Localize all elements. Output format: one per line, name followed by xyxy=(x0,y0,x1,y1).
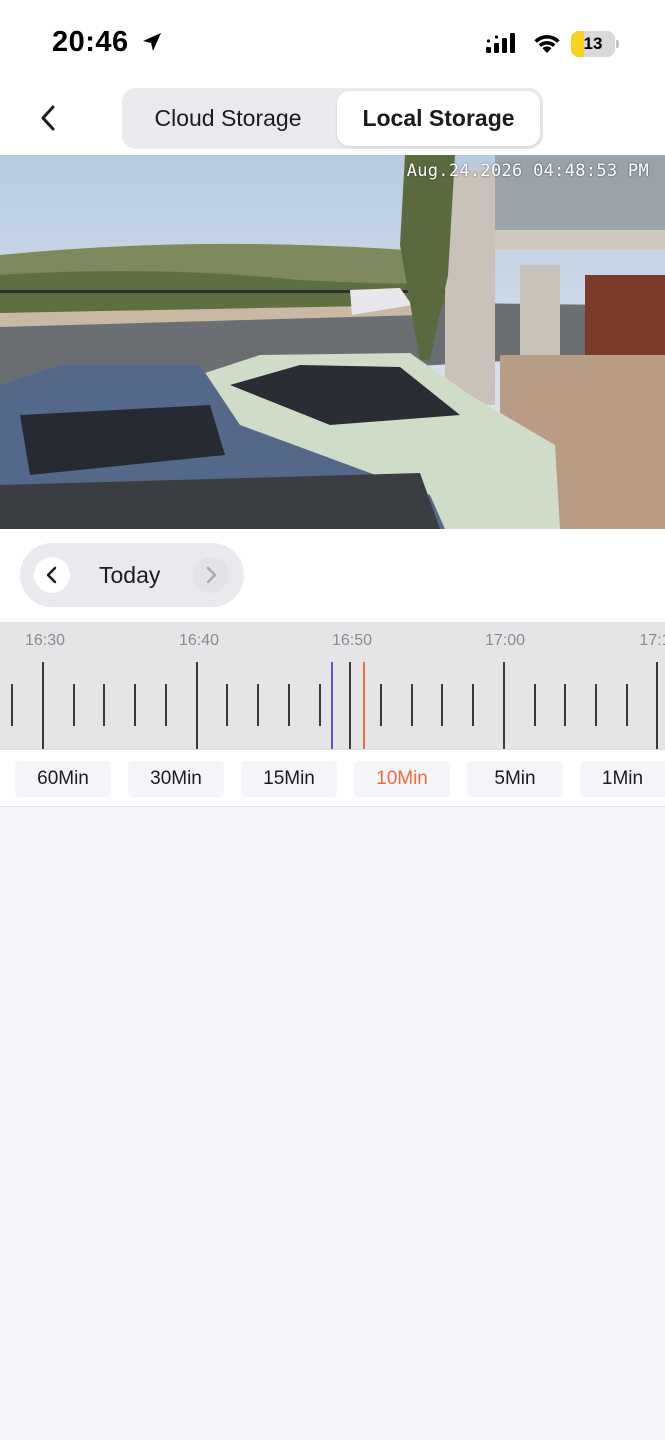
timeline-tick xyxy=(349,662,351,749)
cellular-signal-icon xyxy=(486,33,515,53)
zoom-5min-button[interactable]: 5Min xyxy=(467,761,563,797)
video-timestamp: Aug.24.2026 04:48:53 PM xyxy=(406,161,649,181)
timeline-tick xyxy=(165,684,167,726)
timeline-tick xyxy=(472,684,474,726)
timeline-tick xyxy=(11,684,13,726)
back-button[interactable] xyxy=(32,102,64,134)
header: Cloud Storage Local Storage xyxy=(0,88,665,155)
timeline-label: 17:1 xyxy=(639,632,665,649)
status-time: 20:46 xyxy=(52,26,129,58)
timeline-tick xyxy=(534,684,536,726)
chevron-left-icon xyxy=(41,105,55,131)
timeline-scrubber[interactable]: 16:30 16:40 16:50 17:00 17:1 xyxy=(0,622,665,749)
tab-local-storage[interactable]: Local Storage xyxy=(337,91,540,146)
timeline-tick xyxy=(257,684,259,726)
zoom-10min-button[interactable]: 10Min xyxy=(354,761,450,797)
timeline-label: 16:50 xyxy=(331,632,373,649)
timeline-tick xyxy=(42,662,44,749)
date-selector: Today xyxy=(20,543,244,607)
zoom-30min-button[interactable]: 30Min xyxy=(128,761,224,797)
next-day-button[interactable] xyxy=(193,557,229,593)
storage-segmented-control: Cloud Storage Local Storage xyxy=(122,88,543,149)
chevron-left-icon xyxy=(46,566,57,584)
zoom-15min-button[interactable]: 15Min xyxy=(241,761,337,797)
timeline-tick xyxy=(595,684,597,726)
wifi-icon xyxy=(534,35,560,53)
timeline-tick xyxy=(73,684,75,726)
timeline-tick xyxy=(319,684,321,726)
tab-cloud-storage[interactable]: Cloud Storage xyxy=(124,88,332,149)
timeline-label: 16:30 xyxy=(24,632,66,649)
status-bar: 20:46 13 xyxy=(0,0,665,88)
timeline-tick xyxy=(441,684,443,726)
battery-indicator: 13 xyxy=(571,31,619,57)
playhead-marker[interactable] xyxy=(363,662,365,749)
battery-level: 13 xyxy=(583,34,603,53)
camera-frame xyxy=(0,155,665,529)
zoom-level-bar: 60Min 30Min 15Min 10Min 5Min 1Min xyxy=(0,749,665,807)
timeline-tick xyxy=(288,684,290,726)
timeline-tick xyxy=(656,662,658,749)
chevron-right-icon xyxy=(206,566,217,584)
timeline-tick xyxy=(196,662,198,749)
timeline-tick xyxy=(626,684,628,726)
location-arrow-icon xyxy=(143,33,161,51)
recordings-list-area xyxy=(0,807,665,1440)
date-label[interactable]: Today xyxy=(99,543,160,607)
recording-marker xyxy=(331,662,333,749)
timeline-tick xyxy=(503,662,505,749)
timeline-tick xyxy=(134,684,136,726)
timeline-tick xyxy=(226,684,228,726)
zoom-60min-button[interactable]: 60Min xyxy=(15,761,111,797)
timeline-tick xyxy=(411,684,413,726)
timeline-tick xyxy=(564,684,566,726)
zoom-1min-button[interactable]: 1Min xyxy=(580,761,665,797)
timeline-tick xyxy=(103,684,105,726)
timeline-label: 17:00 xyxy=(484,632,526,649)
video-player[interactable]: Aug.24.2026 04:48:53 PM xyxy=(0,155,665,529)
previous-day-button[interactable] xyxy=(34,557,70,593)
timeline-label: 16:40 xyxy=(178,632,220,649)
timeline-tick xyxy=(380,684,382,726)
date-navigation: Today xyxy=(0,529,665,622)
